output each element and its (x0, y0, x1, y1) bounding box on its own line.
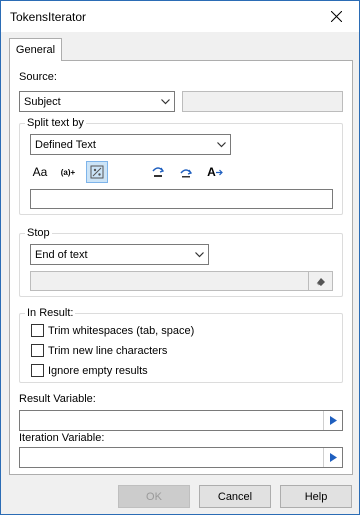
split-text-legend: Split text by (25, 117, 86, 129)
split-by-select-value: Defined Text (35, 138, 96, 151)
checkbox-box (31, 364, 44, 377)
match-case-icon[interactable]: Aa (29, 161, 51, 183)
stop-text-field (30, 271, 333, 291)
iteration-variable-label: Iteration Variable: (19, 432, 105, 444)
general-panel: Source: Subject Split text by Defined Te… (9, 60, 353, 475)
result-variable-label: Result Variable: (19, 393, 96, 405)
in-result-legend: In Result: (25, 307, 76, 319)
chevron-down-icon (191, 245, 208, 264)
result-variable-input[interactable] (19, 410, 343, 431)
source-select-value: Subject (24, 95, 61, 108)
stop-select[interactable]: End of text (30, 244, 209, 265)
regex-icon[interactable] (86, 161, 108, 183)
tab-general-label: General (15, 44, 56, 56)
stop-select-value: End of text (35, 248, 88, 261)
ok-button[interactable]: OK (118, 485, 190, 508)
window-title: TokensIterator (10, 9, 87, 24)
split-text-input[interactable] (30, 189, 333, 209)
iteration-variable-input[interactable] (19, 447, 343, 468)
ignore-empty-checkbox[interactable]: Ignore empty results (31, 364, 148, 377)
checkbox-box (31, 324, 44, 337)
eraser-icon (316, 277, 325, 286)
source-text-field (182, 91, 343, 112)
stop-legend: Stop (25, 227, 52, 239)
help-button[interactable]: Help (280, 485, 352, 508)
replace-text-icon[interactable]: A (204, 161, 226, 183)
play-arrow-icon (329, 453, 337, 462)
checkbox-box (31, 344, 44, 357)
skip-icon[interactable] (175, 161, 197, 183)
title-bar[interactable]: TokensIterator (1, 1, 359, 32)
step-over-icon[interactable] (147, 161, 169, 183)
close-icon (330, 11, 342, 22)
close-button[interactable] (313, 1, 359, 32)
trim-newline-checkbox[interactable]: Trim new line characters (31, 344, 167, 357)
chevron-down-icon (157, 92, 174, 111)
whole-word-icon[interactable]: (a)+ (57, 161, 79, 183)
dialog-window: TokensIterator General Source: Subject S… (0, 0, 360, 515)
cancel-button[interactable]: Cancel (199, 485, 271, 508)
result-variable-browse-button[interactable] (323, 411, 342, 430)
play-arrow-icon (329, 416, 337, 425)
tab-general[interactable]: General (9, 38, 62, 61)
iteration-variable-browse-button[interactable] (323, 448, 342, 467)
source-select[interactable]: Subject (19, 91, 175, 112)
chevron-down-icon (213, 135, 230, 154)
split-by-select[interactable]: Defined Text (30, 134, 231, 155)
source-label: Source: (19, 71, 57, 83)
trim-whitespace-checkbox[interactable]: Trim whitespaces (tab, space) (31, 324, 194, 337)
eraser-button[interactable] (308, 272, 332, 290)
